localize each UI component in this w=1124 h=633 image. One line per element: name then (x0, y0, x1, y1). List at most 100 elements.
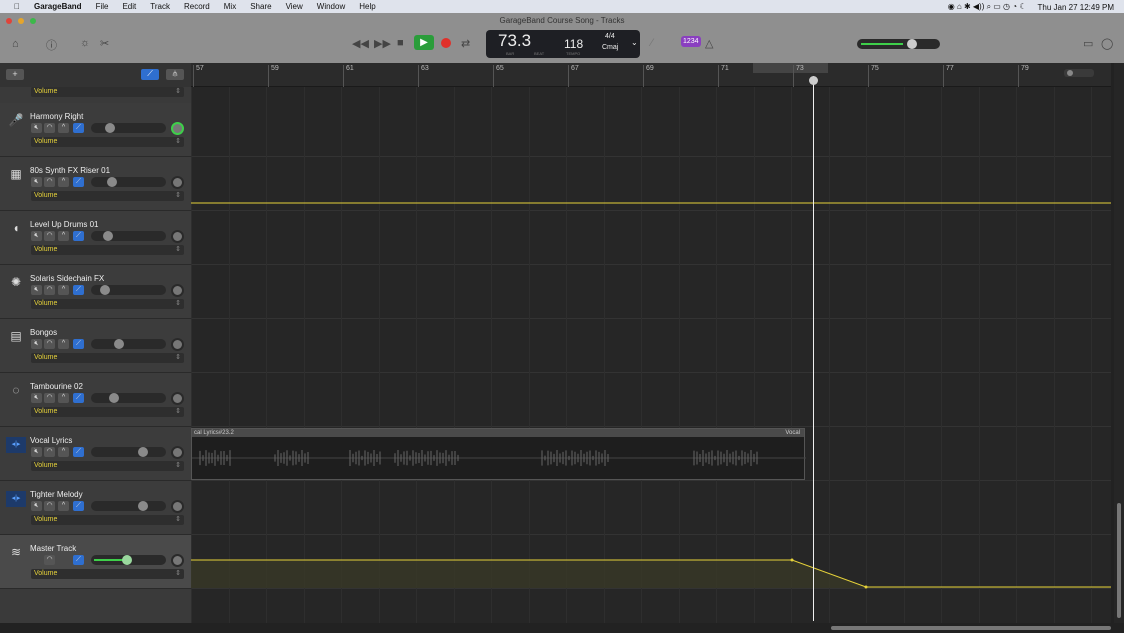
menu-record[interactable]: Record (184, 2, 210, 11)
solo-headphones-button[interactable]: ◠ (44, 501, 55, 511)
volume-automation-select[interactable]: Volume (31, 245, 184, 255)
record-enable-button[interactable]: ^ (58, 123, 69, 133)
menu-mix[interactable]: Mix (224, 2, 236, 11)
solo-headphones-button[interactable]: ◠ (44, 123, 55, 133)
track-volume-slider[interactable] (91, 555, 166, 565)
volume-automation-select[interactable]: Volume (31, 515, 184, 525)
help-icon[interactable]: ⓘ (46, 37, 57, 53)
automation-button[interactable]: ⟋ (73, 501, 84, 511)
metronome-icon[interactable]: △ (705, 37, 713, 50)
mute-button[interactable]: 🔇︎ (31, 339, 42, 349)
stop-button[interactable]: ■ (397, 37, 404, 49)
playhead[interactable] (809, 76, 818, 621)
volume-automation-select[interactable]: Volume (31, 353, 184, 363)
track-volume-slider[interactable] (91, 231, 166, 241)
smart-controls-icon[interactable]: ☼ (80, 37, 90, 49)
solo-headphones-button[interactable]: ◠ (44, 285, 55, 295)
volume-automation-select[interactable]: Volume (31, 87, 184, 97)
mute-button[interactable]: 🔇︎ (31, 123, 42, 133)
volume-automation-select[interactable]: Volume (31, 461, 184, 471)
pan-knob[interactable] (171, 230, 184, 243)
mute-button[interactable]: 🔇︎ (31, 393, 42, 403)
record-enable-button[interactable]: ^ (58, 177, 69, 187)
automation-button[interactable]: ⟋ (73, 123, 84, 133)
pan-knob[interactable] (171, 284, 184, 297)
apple-icon[interactable]:  (14, 2, 20, 11)
track-header[interactable]: ▤ Bongos 🔇︎ ◠ ^ ⟋ Volume (0, 319, 191, 373)
library-icon[interactable]: ⌂ (12, 38, 19, 50)
volume-automation-select[interactable]: Volume (31, 407, 184, 417)
fast-forward-button[interactable]: ▶▶ (374, 37, 391, 50)
track-header[interactable]: ✺ Solaris Sidechain FX 🔇︎ ◠ ^ ⟋ Volume (0, 265, 191, 319)
menu-view[interactable]: View (286, 2, 303, 11)
record-enable-button[interactable]: ^ (58, 231, 69, 241)
mute-button[interactable]: 🔇︎ (31, 231, 42, 241)
automation-button[interactable]: ⟋ (73, 285, 84, 295)
timeline-ruler[interactable]: 57 59 61 63 65 67 69 71 73 75 77 79 (191, 63, 1111, 87)
automation-toggle-button[interactable]: ⟋ (141, 69, 159, 80)
mute-button[interactable]: 🔇︎ (31, 285, 42, 295)
record-enable-button[interactable]: ^ (58, 339, 69, 349)
solo-headphones-button[interactable]: ◠ (44, 393, 55, 403)
master-volume-slider[interactable] (857, 39, 940, 49)
record-enable-button[interactable]: ^ (58, 501, 69, 511)
cycle-region[interactable] (753, 63, 828, 73)
pan-knob[interactable] (171, 500, 184, 513)
automation-button[interactable]: ⟋ (73, 555, 84, 565)
automation-button[interactable]: ⟋ (73, 393, 84, 403)
record-enable-button[interactable]: ^ (58, 285, 69, 295)
pan-knob[interactable] (171, 554, 184, 567)
menu-app[interactable]: GarageBand (34, 2, 82, 11)
pan-knob[interactable] (171, 338, 184, 351)
record-button[interactable] (441, 38, 451, 48)
cycle-button[interactable]: ⇄ (461, 37, 470, 50)
automation-button[interactable]: ⟋ (73, 447, 84, 457)
track-header[interactable]: ≋ Master Track ◠ ⟋ Volume (0, 535, 191, 589)
solo-headphones-button[interactable]: ◠ (44, 447, 55, 457)
chevron-down-icon[interactable]: ⌄ (631, 38, 638, 47)
menu-track[interactable]: Track (150, 2, 170, 11)
record-enable-button[interactable]: ^ (58, 393, 69, 403)
mute-button[interactable]: 🔇︎ (31, 177, 42, 187)
automation-button[interactable]: ⟋ (73, 339, 84, 349)
volume-automation-select[interactable]: Volume (31, 191, 184, 201)
track-header[interactable]: ◌ Tambourine 02 🔇︎ ◠ ^ ⟋ Volume (0, 373, 191, 427)
track-volume-slider[interactable] (91, 177, 166, 187)
record-enable-button[interactable]: ^ (58, 447, 69, 457)
mute-button[interactable]: 🔇︎ (31, 501, 42, 511)
mute-button[interactable]: 🔇︎ (31, 447, 42, 457)
solo-headphones-button[interactable]: ◠ (44, 555, 55, 565)
pan-knob[interactable] (171, 122, 184, 135)
track-volume-slider[interactable] (91, 285, 166, 295)
track-volume-slider[interactable] (91, 501, 166, 511)
master-volume-knob[interactable] (907, 39, 917, 49)
menu-window[interactable]: Window (317, 2, 345, 11)
menu-edit[interactable]: Edit (122, 2, 136, 11)
pan-knob[interactable] (171, 392, 184, 405)
pan-knob[interactable] (171, 446, 184, 459)
editors-icon[interactable]: ✂ (100, 37, 109, 50)
track-header[interactable]: ▦ 80s Synth FX Riser 01 🔇︎ ◠ ^ ⟋ Volume (0, 157, 191, 211)
menu-help[interactable]: Help (359, 2, 375, 11)
automation-button[interactable]: ⟋ (73, 231, 84, 241)
menu-file[interactable]: File (96, 2, 109, 11)
loop-browser-icon[interactable]: ◯ (1101, 37, 1113, 50)
track-header[interactable]: 🎤 Harmony Right 🔇︎ ◠ ^ ⟋ Volume (0, 103, 191, 157)
solo-headphones-button[interactable]: ◠ (44, 339, 55, 349)
track-volume-slider[interactable] (91, 393, 166, 403)
lcd-display[interactable]: 73.3 BAR BEAT 118 TEMPO 4/4 Cmaj ⌄ (486, 30, 640, 58)
volume-automation-select[interactable]: Volume (31, 137, 184, 147)
track-volume-slider[interactable] (91, 447, 166, 457)
rewind-button[interactable]: ◀◀ (352, 37, 369, 50)
track-header[interactable]: ◖ Level Up Drums 01 🔇︎ ◠ ^ ⟋ Volume (0, 211, 191, 265)
track-header[interactable]: ◂|▸ Vocal Lyrics 🔇︎ ◠ ^ ⟋ Volume (0, 427, 191, 481)
tuner-icon[interactable]: ⁄ (651, 37, 653, 49)
add-track-button[interactable]: + (6, 69, 24, 80)
volume-automation-select[interactable]: Volume (31, 299, 184, 309)
solo-headphones-button[interactable]: ◠ (44, 177, 55, 187)
vertical-scrollbar[interactable] (1114, 63, 1124, 623)
menu-share[interactable]: Share (250, 2, 271, 11)
pan-knob[interactable] (171, 176, 184, 189)
volume-automation-select[interactable]: Volume (31, 569, 184, 579)
automation-button[interactable]: ⟋ (73, 177, 84, 187)
